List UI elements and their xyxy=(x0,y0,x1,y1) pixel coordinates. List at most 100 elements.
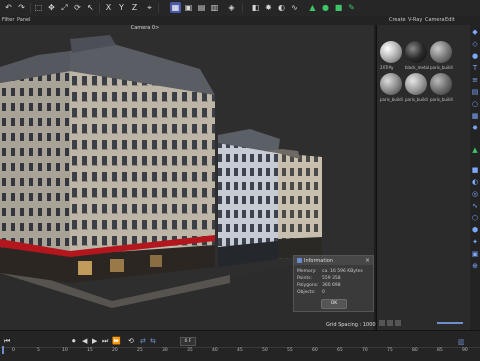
redo-icon[interactable]: ↷ xyxy=(16,2,27,13)
material-swatch[interactable] xyxy=(380,73,402,95)
modeling-icon[interactable]: ◈ xyxy=(226,2,237,13)
timeline-tick: 5 xyxy=(37,348,40,353)
pen-icon[interactable]: ✎ xyxy=(346,2,357,13)
move-icon[interactable]: ✥ xyxy=(46,2,57,13)
light-icon[interactable]: ✸ xyxy=(471,124,479,132)
close-icon[interactable]: × xyxy=(365,257,370,264)
render-queue-icon[interactable]: ▤ xyxy=(196,2,207,13)
attribute-strip: ◆ ◇ ● T ≡ ▤ ○ ▦ ✸ ▲ ■ ◐ ◎ ∿ ⬡ ⬢ ✦ ▣ ⊕ xyxy=(470,16,480,330)
undo-icon[interactable]: ↶ xyxy=(3,2,14,13)
info-value: 559 358 xyxy=(322,276,341,281)
vray-icon[interactable]: ▲ xyxy=(471,146,479,154)
sphere-icon[interactable]: ○ xyxy=(471,100,479,108)
timeline-tick: 20 xyxy=(112,348,118,353)
rotate-icon[interactable]: ⟳ xyxy=(72,2,83,13)
toolbar-divider xyxy=(99,3,100,13)
timeline: ⏮ ⏺ ◀ ▶ ⏭ ⏩ ⟲ ⇄ ⇆ 0 F 0 5 10 15 20 25 30 35 40 45… xyxy=(0,330,480,361)
info-value: 360 698 xyxy=(322,283,341,288)
panel-control-icon[interactable] xyxy=(395,320,401,326)
info-label: Polygons: xyxy=(297,283,319,288)
info-label: Memory: xyxy=(297,269,317,274)
info-icon xyxy=(297,258,302,263)
menu-camera[interactable]: Camera xyxy=(425,17,445,23)
cube-icon[interactable]: ■ xyxy=(333,2,344,13)
menu-create[interactable]: Create xyxy=(389,17,406,23)
timeline-tick: 70 xyxy=(362,348,368,353)
layers-icon[interactable]: ≡ xyxy=(471,76,479,84)
material-label: black_metal xyxy=(405,65,430,70)
timeline-tick: 85 xyxy=(437,348,443,353)
timeline-tick: 45 xyxy=(237,348,243,353)
cube-icon[interactable]: ■ xyxy=(471,166,479,174)
cloner-icon[interactable]: ⬢ xyxy=(471,226,479,234)
spline-icon[interactable]: ∿ xyxy=(289,2,300,13)
toolbar-divider xyxy=(30,3,31,13)
render-region-icon[interactable]: ▣ xyxy=(183,2,194,13)
dialog-titlebar[interactable]: Information × xyxy=(294,256,373,265)
structure-icon[interactable]: ▤ xyxy=(471,88,479,96)
main-toolbar: ↶ ↷ ⬚ ✥ ⤢ ⟳ ↖ X Y Z ⌖ ▦ ▣ ▤ ▥ ◈ ◧ ✸ ◐ ∿ … xyxy=(0,0,480,17)
torus-icon[interactable]: ◎ xyxy=(471,190,479,198)
information-dialog: Information × Memory: ca. 16 596 KBytes … xyxy=(293,255,374,312)
menu-panel[interactable]: Panel xyxy=(17,17,31,23)
timeline-tick: 30 xyxy=(162,348,168,353)
boole-icon[interactable]: ⊕ xyxy=(471,262,479,270)
timeline-tick: 15 xyxy=(87,348,93,353)
material-swatch[interactable] xyxy=(380,41,402,63)
material-label: paris_buildi xyxy=(430,97,453,102)
sphere-icon[interactable]: ● xyxy=(320,2,331,13)
info-label: Objects: xyxy=(297,290,316,295)
timeline-ticks: 0 5 10 15 20 25 30 35 40 45 50 55 60 65 70 75 80 85 90 xyxy=(0,331,480,361)
menu-filter[interactable]: Filter xyxy=(2,17,14,23)
zoom-slider[interactable] xyxy=(437,322,463,324)
z-axis-icon[interactable]: Z xyxy=(129,2,140,13)
live-select-icon[interactable]: ↖ xyxy=(85,2,96,13)
spline-icon[interactable]: ∿ xyxy=(471,202,479,210)
x-axis-icon[interactable]: X xyxy=(103,2,114,13)
null-icon[interactable]: ⬡ xyxy=(471,214,479,222)
scale-icon[interactable]: ⤢ xyxy=(59,2,70,13)
toolbar-divider xyxy=(158,3,159,13)
timeline-tick: 0 xyxy=(12,348,15,353)
deformer-icon[interactable]: ◐ xyxy=(276,2,287,13)
coordinate-system-icon[interactable]: ⌖ xyxy=(144,2,155,13)
material-swatch[interactable] xyxy=(430,41,452,63)
effector-icon[interactable]: ✦ xyxy=(471,238,479,246)
y-axis-icon[interactable]: Y xyxy=(116,2,127,13)
timeline-tick: 90 xyxy=(462,348,468,353)
material-swatch[interactable] xyxy=(405,73,427,95)
ok-button[interactable]: OK xyxy=(321,299,347,309)
material-swatch[interactable] xyxy=(430,73,452,95)
panel-control-icon[interactable] xyxy=(387,320,393,326)
tag-icon[interactable]: ● xyxy=(471,52,479,60)
material-swatch[interactable] xyxy=(405,41,427,63)
render-settings-icon[interactable]: ▥ xyxy=(209,2,220,13)
text-icon[interactable]: T xyxy=(471,64,479,72)
timeline-tick: 25 xyxy=(137,348,143,353)
object-icon[interactable]: ◆ xyxy=(471,28,479,36)
material-label: paris_buildi xyxy=(430,65,453,70)
panel-control-icon[interactable] xyxy=(379,320,385,326)
timeline-tick: 80 xyxy=(412,348,418,353)
material-label: paris_buildi xyxy=(405,97,428,102)
info-value: 0 xyxy=(322,290,325,295)
render-view-icon[interactable]: ▦ xyxy=(170,2,181,13)
vray-icon[interactable]: ▲ xyxy=(307,2,318,13)
camera-icon[interactable]: ◧ xyxy=(250,2,261,13)
menu-edit[interactable]: Edit xyxy=(445,17,455,23)
toolbar-divider xyxy=(242,3,243,13)
layer-icon[interactable]: ◇ xyxy=(471,40,479,48)
light-icon[interactable]: ✸ xyxy=(263,2,274,13)
camera-label: Camera 0> xyxy=(130,25,160,31)
select-icon[interactable]: ⬚ xyxy=(33,2,44,13)
material-manager: 2XTrAy black_metal paris_buildi paris_bu… xyxy=(376,25,471,330)
material-label: 2XTrAy xyxy=(380,65,394,70)
timeline-settings-icon[interactable]: ▥ xyxy=(458,339,465,346)
camera-icon[interactable]: ▣ xyxy=(471,250,479,258)
timeline-tick: 75 xyxy=(387,348,393,353)
timeline-tick: 50 xyxy=(262,348,268,353)
menu-vray[interactable]: V-Ray xyxy=(408,17,422,23)
dialog-title: Information xyxy=(304,258,333,264)
grid-icon[interactable]: ▦ xyxy=(471,112,479,120)
bend-icon[interactable]: ◐ xyxy=(471,178,479,186)
